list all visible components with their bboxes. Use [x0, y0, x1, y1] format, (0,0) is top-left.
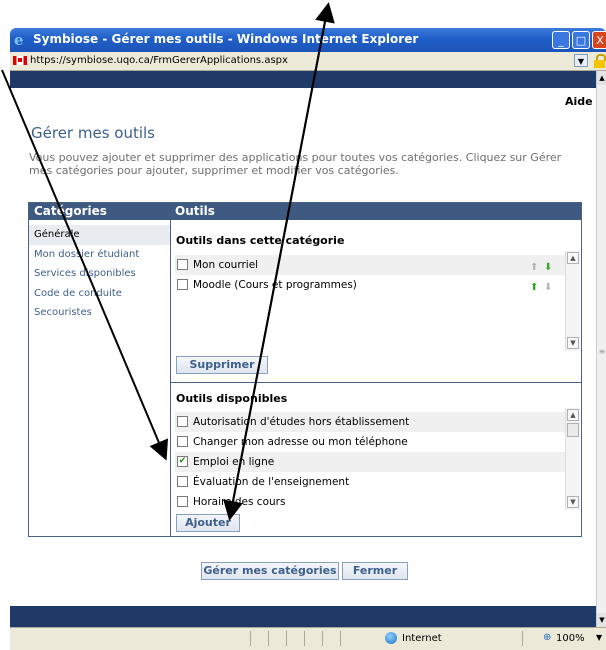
scroll-down-icon[interactable]: ▼	[567, 337, 579, 349]
scroll-up-icon[interactable]: ▲	[567, 252, 579, 264]
ie-logo-icon: e	[14, 31, 24, 49]
list-item[interactable]: Évaluation de l'enseignement	[175, 472, 565, 492]
list-item[interactable]: Mon courriel ⬆ ⬇	[175, 255, 565, 275]
category-item-conduite[interactable]: Code de conduite	[29, 284, 170, 304]
zoom-icon[interactable]: ⊕	[543, 632, 551, 643]
page-bottom-band	[10, 606, 596, 627]
status-divider	[250, 631, 251, 646]
tool-label: Changer mon adresse ou mon téléphone	[193, 436, 408, 448]
list-item[interactable]: Moodle (Cours et programmes) ⬆ ⬇	[175, 275, 565, 295]
zoom-level[interactable]: 100%	[556, 633, 585, 644]
status-divider	[322, 631, 323, 646]
checkbox[interactable]	[177, 416, 188, 427]
available-list: Autorisation d'études hors établissement…	[175, 412, 565, 510]
list-item[interactable]: Autorisation d'études hors établissement	[175, 412, 565, 432]
address-bar[interactable]: https://symbiose.uqo.ca/FrmGererApplicat…	[10, 52, 606, 71]
status-divider	[286, 631, 287, 646]
status-divider	[522, 631, 523, 646]
globe-icon	[385, 632, 397, 644]
window-title: Symbiose - Gérer mes outils - Windows In…	[33, 32, 419, 46]
available-scrollbar[interactable]: ▲ ▼	[565, 408, 580, 510]
status-divider	[304, 631, 305, 646]
checkbox[interactable]	[177, 279, 188, 290]
category-list: Générale Mon dossier étudiant Services d…	[29, 225, 170, 323]
window-titlebar: e Symbiose - Gérer mes outils - Windows …	[10, 28, 606, 52]
intro-text: Vous pouvez ajouter et supprimer des app…	[29, 151, 562, 177]
scroll-thumb[interactable]	[567, 423, 579, 437]
column-divider	[170, 220, 171, 536]
page-scrollbar[interactable]: ▲ ≡ ▼	[596, 71, 606, 627]
category-item-services[interactable]: Services disponibles	[29, 264, 170, 284]
scroll-up-icon[interactable]: ▲	[597, 71, 606, 85]
checkbox[interactable]	[177, 496, 188, 507]
tools-panel: Catégories Outils Générale Mon dossier é…	[28, 202, 582, 537]
page-top-band	[10, 71, 596, 88]
address-dropdown-icon[interactable]: ▼	[574, 54, 588, 67]
scroll-grip-icon[interactable]: ≡	[598, 347, 606, 356]
category-item-generale[interactable]: Générale	[29, 225, 170, 245]
scroll-down-icon[interactable]: ▼	[567, 496, 579, 508]
move-down-icon[interactable]: ⬇	[544, 278, 552, 298]
category-item-dossier[interactable]: Mon dossier étudiant	[29, 245, 170, 265]
close-button[interactable]: Fermer	[342, 562, 408, 580]
manage-categories-button[interactable]: Gérer mes catégories	[201, 562, 339, 580]
add-button[interactable]: Ajouter	[176, 514, 240, 532]
security-zone[interactable]: Internet	[402, 633, 442, 644]
list-item[interactable]: Horaire des cours	[175, 492, 565, 510]
address-url[interactable]: https://symbiose.uqo.ca/FrmGererApplicat…	[30, 55, 288, 66]
maximize-button[interactable]: □	[572, 31, 590, 49]
scroll-down-icon[interactable]: ▼	[597, 613, 606, 627]
close-window-button[interactable]: X	[592, 31, 606, 49]
category-item-secouristes[interactable]: Secouristes	[29, 303, 170, 323]
tools-header: Outils	[170, 203, 581, 220]
tool-label: Emploi en ligne	[193, 456, 275, 468]
tool-label: Horaire des cours	[193, 496, 286, 508]
status-bar: Internet ⊕ 100% ▼	[10, 627, 606, 650]
checkbox[interactable]	[177, 259, 188, 270]
move-up-icon[interactable]: ⬆	[530, 278, 538, 298]
canada-flag-icon	[13, 56, 27, 65]
status-divider	[340, 631, 341, 646]
help-link[interactable]: Aide	[565, 95, 593, 108]
page-title: Gérer mes outils	[31, 124, 155, 142]
tool-label: Mon courriel	[193, 259, 259, 271]
checkbox-checked[interactable]: ✔	[177, 456, 188, 467]
checkbox[interactable]	[177, 476, 188, 487]
in-category-list: Mon courriel ⬆ ⬇ Moodle (Cours et progra…	[175, 255, 565, 345]
in-category-title: Outils dans cette catégorie	[176, 234, 345, 247]
categories-header: Catégories	[29, 203, 170, 220]
tool-label: Autorisation d'études hors établissement	[193, 416, 410, 428]
list-item[interactable]: Changer mon adresse ou mon téléphone	[175, 432, 565, 452]
in-category-scrollbar[interactable]: ▲ ▼	[565, 251, 580, 351]
remove-button[interactable]: Supprimer	[176, 356, 268, 374]
available-title: Outils disponibles	[176, 392, 288, 405]
section-divider	[171, 382, 582, 383]
lock-icon[interactable]	[594, 54, 606, 68]
status-divider	[268, 631, 269, 646]
scroll-up-icon[interactable]: ▲	[567, 409, 579, 421]
tool-label: Moodle (Cours et programmes)	[193, 279, 357, 291]
list-item[interactable]: ✔ Emploi en ligne	[175, 452, 565, 472]
checkbox[interactable]	[177, 436, 188, 447]
tool-label: Évaluation de l'enseignement	[193, 476, 350, 488]
minimize-button[interactable]: _	[552, 31, 570, 49]
zoom-dropdown-icon[interactable]: ▼	[596, 633, 602, 642]
